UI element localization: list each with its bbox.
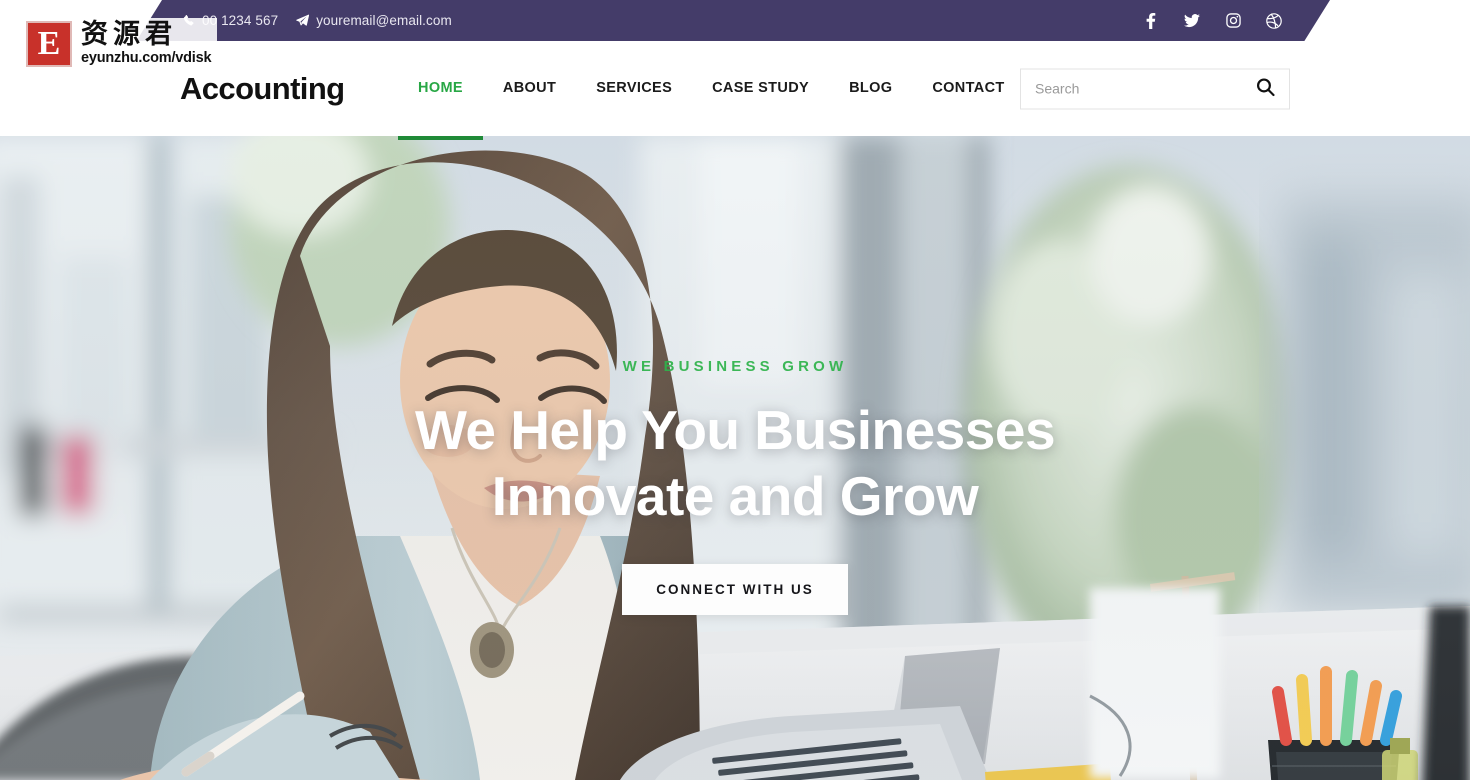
email-address: youremail@email.com	[316, 13, 452, 28]
connect-with-us-button[interactable]: CONNECT WITH US	[622, 564, 848, 615]
hero-title: We Help You Businesses Innovate and Grow	[414, 397, 1056, 529]
site-logo[interactable]: Accounting	[180, 71, 345, 107]
paper-plane-icon	[296, 14, 310, 27]
facebook-icon[interactable]	[1143, 12, 1159, 29]
nav-item-case-study[interactable]: CASE STUDY	[692, 41, 829, 136]
nav-item-about[interactable]: ABOUT	[483, 41, 576, 136]
watermark-chinese-text: 资源君	[81, 19, 177, 50]
top-bar-contact-group: 00 1234 567 youremail@email.com	[183, 0, 452, 41]
search-icon	[1256, 78, 1275, 100]
nav-item-home[interactable]: HOME	[398, 41, 483, 140]
watermark-logo-icon: E	[26, 21, 72, 67]
hero-section: WE BUSINESS GROW We Help You Businesses …	[0, 136, 1470, 780]
hero-title-line-2: Innovate and Grow	[491, 465, 979, 527]
dribbble-icon[interactable]	[1266, 12, 1282, 29]
social-links	[1143, 0, 1282, 41]
nav-item-services[interactable]: SERVICES	[576, 41, 692, 136]
hero-eyebrow: WE BUSINESS GROW	[622, 358, 848, 375]
search-input[interactable]	[1035, 80, 1250, 97]
hero-title-line-1: We Help You Businesses	[414, 399, 1056, 461]
hero-content: WE BUSINESS GROW We Help You Businesses …	[0, 358, 1470, 615]
search-button[interactable]	[1250, 78, 1275, 100]
search-box[interactable]	[1020, 68, 1290, 109]
instagram-icon[interactable]	[1225, 13, 1241, 29]
twitter-icon[interactable]	[1184, 13, 1200, 29]
main-navigation: HOME ABOUT SERVICES CASE STUDY BLOG CONT…	[398, 41, 1025, 140]
top-bar: 00 1234 567 youremail@email.com	[0, 0, 1470, 41]
nav-item-contact[interactable]: CONTACT	[912, 41, 1024, 136]
watermark: E 资源君 eyunzhu.com/vdisk	[20, 18, 218, 70]
nav-item-blog[interactable]: BLOG	[829, 41, 912, 136]
watermark-url: eyunzhu.com/vdisk	[81, 50, 212, 66]
email-contact[interactable]: youremail@email.com	[296, 13, 452, 28]
site-header: Accounting HOME ABOUT SERVICES CASE STUD…	[0, 41, 1470, 140]
